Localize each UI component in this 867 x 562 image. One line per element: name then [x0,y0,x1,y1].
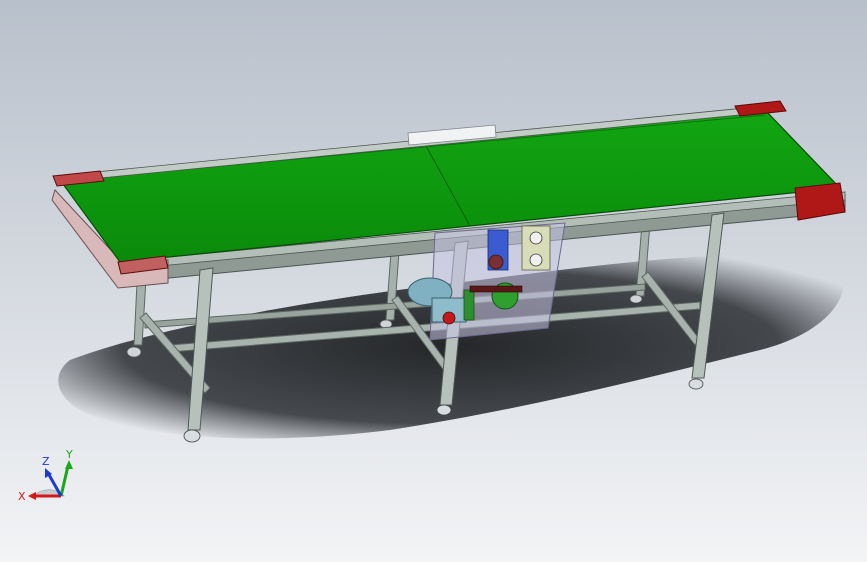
y-axis-arrow-icon [65,460,73,469]
motor-hub [442,311,456,325]
foot-front-right [688,378,704,390]
foot-rear-left [126,346,142,358]
foot-front-mid [436,404,452,416]
coordinate-triad: X Y Z [16,448,86,510]
foot-rear-right [629,294,643,304]
graphics-viewport[interactable]: X Y Z [0,0,867,562]
motor-mount [463,289,475,321]
end-cap-right-top [734,100,787,117]
drive-chain [469,285,523,293]
y-axis-label: Y [65,448,73,461]
foot-front-left [183,429,201,443]
small-sprocket [488,254,504,270]
triad-graphic: X Y Z [18,448,73,503]
z-axis-label: Z [42,455,50,468]
bearing-bottom [529,253,543,267]
conveyor-model-view[interactable] [0,0,867,562]
x-axis-arrow-icon [28,492,36,500]
bearing-top [529,231,543,245]
y-axis-line [59,465,70,497]
x-axis-label: X [18,490,26,503]
end-cap-right-front [794,182,846,221]
